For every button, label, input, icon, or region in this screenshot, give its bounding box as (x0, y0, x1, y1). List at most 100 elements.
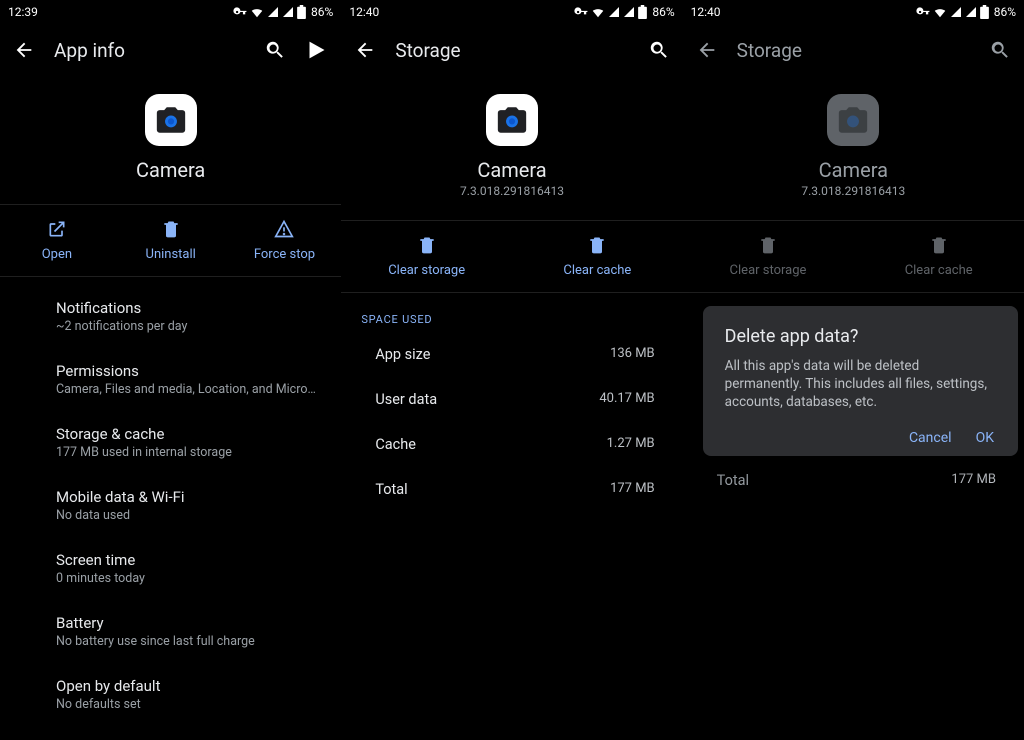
list-item-data-wifi[interactable]: Mobile data & Wi-Fi No data used (0, 474, 341, 537)
app-header: Camera 7.3.018.291816413 (683, 76, 1024, 214)
search-icon[interactable] (647, 38, 671, 62)
list-item-screen-time[interactable]: Screen time 0 minutes today (0, 537, 341, 600)
action-row: Clear storage Clear cache (341, 220, 682, 293)
item-subtitle: No battery use since last full charge (56, 634, 321, 649)
clear-cache-button[interactable]: Clear cache (512, 221, 683, 292)
clear-storage-label: Clear storage (730, 263, 807, 278)
trash-icon (587, 235, 607, 255)
trash-icon (758, 235, 778, 255)
panel-storage-dialog: 12:40 86% Storage Camera 7.3.018.2918164… (683, 0, 1024, 740)
battery-icon (297, 5, 306, 19)
row-app-size: App size 136 MB (341, 332, 682, 377)
section-label: Space used (341, 293, 682, 332)
list-item-battery[interactable]: Battery No battery use since last full c… (0, 600, 341, 663)
row-value: 177 MB (610, 481, 655, 498)
back-icon[interactable] (353, 38, 377, 62)
row-key: User data (375, 391, 437, 408)
row-key: Total (375, 481, 407, 498)
panel-app-info: 12:39 86% App info Camera Open (0, 0, 341, 740)
search-icon[interactable] (263, 38, 287, 62)
back-icon[interactable] (695, 38, 719, 62)
wifi-icon (591, 5, 605, 19)
row-key: App size (375, 346, 430, 363)
app-bar: Storage (683, 24, 1024, 76)
page-title: Storage (737, 39, 970, 62)
item-title: Storage & cache (56, 425, 321, 443)
app-icon (827, 94, 879, 146)
list-item-notifications[interactable]: Notifications ~2 notifications per day (0, 285, 341, 348)
app-version: 7.3.018.291816413 (801, 184, 905, 198)
row-key: Cache (375, 436, 416, 453)
status-bar: 12:39 86% (0, 0, 341, 24)
force-stop-button[interactable]: Force stop (228, 205, 342, 276)
item-subtitle: 177 MB used in internal storage (56, 445, 321, 460)
status-time: 12:39 (8, 5, 233, 19)
panel-storage: 12:40 86% Storage Camera 7.3.018.2918164… (341, 0, 682, 740)
signal-icon-2 (965, 6, 977, 18)
clear-cache-label: Clear cache (905, 263, 973, 278)
open-label: Open (42, 247, 72, 262)
app-header: Camera (0, 76, 341, 198)
back-icon[interactable] (12, 38, 36, 62)
vpn-key-icon (916, 5, 930, 19)
row-cache: Cache 1.27 MB (341, 422, 682, 467)
app-bar: App info (0, 24, 341, 76)
vpn-key-icon (574, 5, 588, 19)
status-bar: 12:40 86% (683, 0, 1024, 24)
row-total: Total 177 MB (683, 458, 1024, 503)
clear-storage-button[interactable]: Clear storage (341, 221, 512, 292)
app-icon (145, 94, 197, 146)
app-header: Camera 7.3.018.291816413 (341, 76, 682, 214)
page-title: App info (54, 39, 245, 62)
wifi-icon (250, 5, 264, 19)
clear-cache-button: Clear cache (853, 221, 1024, 292)
action-row: Open Uninstall Force stop (0, 204, 341, 277)
item-subtitle: 0 minutes today (56, 571, 321, 586)
battery-percent: 86% (311, 5, 333, 19)
signal-icon-2 (282, 6, 294, 18)
row-value: 177 MB (951, 472, 996, 489)
item-subtitle: No defaults set (56, 697, 321, 712)
item-title: Battery (56, 614, 321, 632)
trash-icon (161, 219, 181, 239)
settings-list: Notifications ~2 notifications per day P… (0, 277, 341, 734)
force-stop-label: Force stop (254, 247, 315, 262)
item-title: Screen time (56, 551, 321, 569)
status-bar: 12:40 86% (341, 0, 682, 24)
action-row: Clear storage Clear cache (683, 220, 1024, 293)
cancel-button[interactable]: Cancel (909, 430, 952, 446)
uninstall-label: Uninstall (146, 247, 196, 262)
list-item-storage[interactable]: Storage & cache 177 MB used in internal … (0, 411, 341, 474)
search-icon[interactable] (988, 38, 1012, 62)
list-item-permissions[interactable]: Permissions Camera, Files and media, Loc… (0, 348, 341, 411)
row-value: 1.27 MB (607, 436, 655, 453)
item-subtitle: No data used (56, 508, 321, 523)
app-bar: Storage (341, 24, 682, 76)
item-title: Notifications (56, 299, 321, 317)
signal-icon (608, 6, 620, 18)
app-name: Camera (477, 158, 546, 182)
uninstall-button[interactable]: Uninstall (114, 205, 228, 276)
list-item-open-default[interactable]: Open by default No defaults set (0, 663, 341, 726)
status-icons: 86% (916, 5, 1016, 19)
item-title: Permissions (56, 362, 321, 380)
open-button[interactable]: Open (0, 205, 114, 276)
status-icons: 86% (574, 5, 674, 19)
wifi-icon (933, 5, 947, 19)
item-title: Open by default (56, 677, 321, 695)
play-store-icon[interactable] (305, 38, 329, 62)
battery-percent: 86% (994, 5, 1016, 19)
row-key: Total (717, 472, 749, 489)
row-user-data: User data 40.17 MB (341, 377, 682, 422)
status-time: 12:40 (349, 5, 574, 19)
battery-percent: 86% (652, 5, 674, 19)
clear-storage-button: Clear storage (683, 221, 854, 292)
app-name: Camera (819, 158, 888, 182)
signal-icon (267, 6, 279, 18)
ok-button[interactable]: OK (976, 430, 994, 446)
app-version: 7.3.018.291816413 (460, 184, 564, 198)
vpn-key-icon (233, 5, 247, 19)
clear-cache-label: Clear cache (563, 263, 631, 278)
battery-icon (980, 5, 989, 19)
item-subtitle: ~2 notifications per day (56, 319, 321, 334)
